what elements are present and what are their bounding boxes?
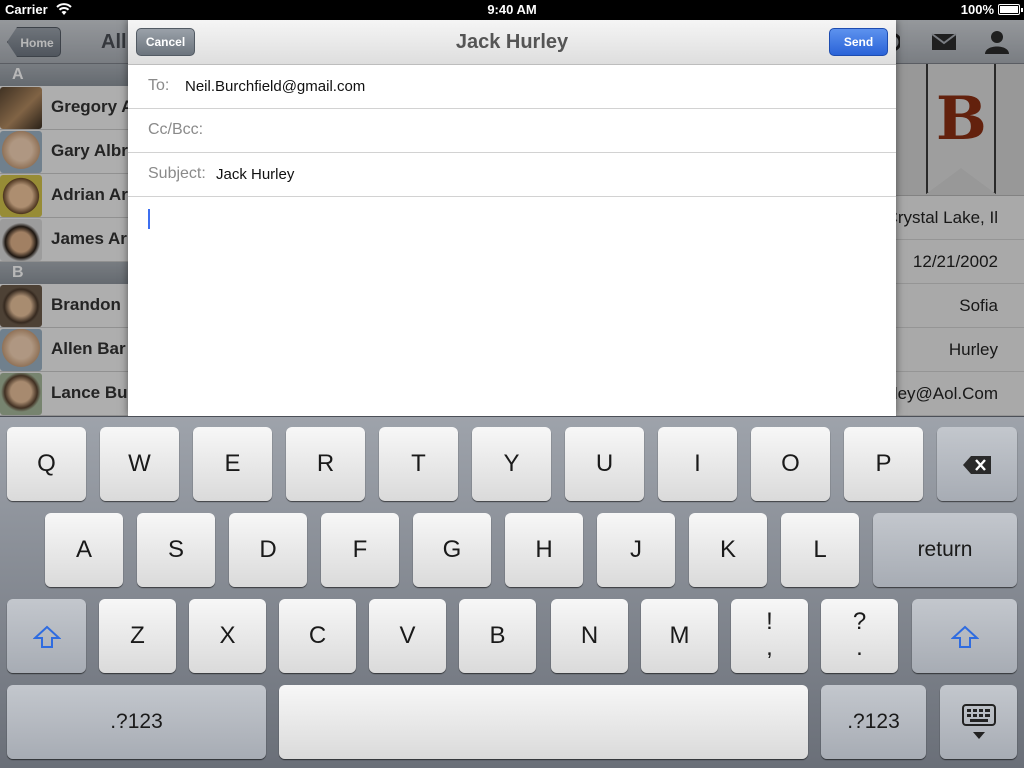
key-u[interactable]: U	[565, 427, 644, 501]
send-button[interactable]: Send	[829, 28, 888, 56]
key-w[interactable]: W	[100, 427, 179, 501]
key-v[interactable]: V	[369, 599, 446, 673]
key-d[interactable]: D	[229, 513, 307, 587]
key-z[interactable]: Z	[99, 599, 176, 673]
shift-icon	[950, 625, 979, 648]
to-recipient[interactable]: Neil.Burchfield@gmail.com	[185, 78, 365, 95]
subject-label: Subject:	[148, 165, 206, 182]
key-k[interactable]: K	[689, 513, 767, 587]
key-x[interactable]: X	[189, 599, 266, 673]
message-body[interactable]	[128, 197, 896, 415]
key-b[interactable]: B	[459, 599, 536, 673]
key-t[interactable]: T	[379, 427, 458, 501]
compose-nav-bar: Cancel Jack Hurley Send	[128, 20, 896, 65]
key-o[interactable]: O	[751, 427, 830, 501]
shift-left-key[interactable]	[7, 599, 86, 673]
on-screen-keyboard: Q W E R T Y U I O P A S D F G H J K L re…	[0, 416, 1024, 768]
key-f[interactable]: F	[321, 513, 399, 587]
text-cursor	[148, 209, 150, 229]
key-top-char: !	[766, 608, 773, 635]
return-key[interactable]: return	[873, 513, 1017, 587]
key-y[interactable]: Y	[472, 427, 551, 501]
key-question-period[interactable]: ? .	[821, 599, 898, 673]
backspace-key[interactable]	[937, 427, 1017, 501]
key-exclaim-comma[interactable]: ! ,	[731, 599, 808, 673]
backspace-icon	[963, 455, 991, 474]
key-bottom-char: .	[856, 634, 863, 661]
shift-right-key[interactable]	[912, 599, 1017, 673]
clock: 9:40 AM	[487, 2, 537, 17]
battery-percent: 100%	[960, 2, 994, 17]
key-a[interactable]: A	[45, 513, 123, 587]
to-field[interactable]: To: Neil.Burchfield@gmail.com	[128, 65, 896, 109]
to-label: To:	[148, 77, 170, 94]
key-c[interactable]: C	[279, 599, 356, 673]
key-n[interactable]: N	[551, 599, 628, 673]
key-p[interactable]: P	[844, 427, 923, 501]
key-h[interactable]: H	[505, 513, 583, 587]
hide-keyboard-key[interactable]	[940, 685, 1017, 759]
key-e[interactable]: E	[193, 427, 272, 501]
key-m[interactable]: M	[641, 599, 718, 673]
battery-icon	[998, 4, 1023, 15]
key-i[interactable]: I	[658, 427, 737, 501]
status-bar: Carrier 9:40 AM 100%	[0, 0, 1024, 20]
key-bottom-char: ,	[766, 634, 773, 661]
compose-title: Jack Hurley	[455, 31, 569, 53]
subject-field[interactable]: Subject: Jack Hurley	[128, 153, 896, 197]
key-top-char: ?	[852, 608, 867, 635]
ccbcc-label: Cc/Bcc:	[148, 121, 204, 138]
mail-compose-sheet: Cancel Jack Hurley Send To: Neil.Burchfi…	[128, 20, 896, 416]
space-key[interactable]	[279, 685, 808, 759]
shift-icon	[32, 625, 61, 648]
key-s[interactable]: S	[137, 513, 215, 587]
key-r[interactable]: R	[286, 427, 365, 501]
ccbcc-field[interactable]: Cc/Bcc:	[128, 109, 896, 153]
key-g[interactable]: G	[413, 513, 491, 587]
numbers-key-left[interactable]: .?123	[7, 685, 266, 759]
subject-input[interactable]: Jack Hurley	[216, 166, 294, 183]
keyboard-hide-icon	[961, 703, 996, 739]
key-j[interactable]: J	[597, 513, 675, 587]
key-l[interactable]: L	[781, 513, 859, 587]
key-q[interactable]: Q	[7, 427, 86, 501]
numbers-key-right[interactable]: .?123	[821, 685, 926, 759]
